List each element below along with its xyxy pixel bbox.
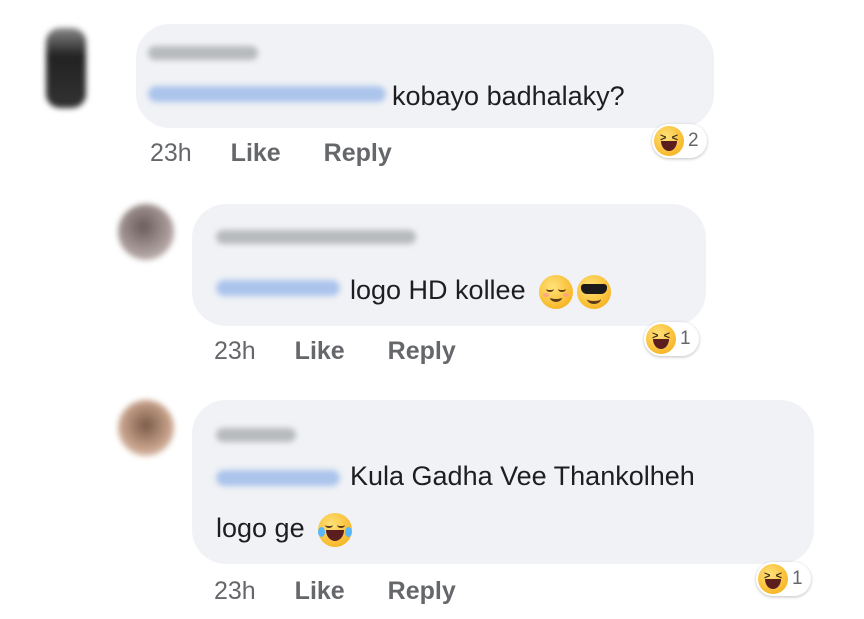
reaction-count: 2 (688, 130, 699, 151)
comment-bubble: Kula Gadha Vee Thankolheh logo ge (192, 400, 814, 564)
author-name[interactable] (148, 46, 258, 60)
avatar[interactable] (46, 28, 86, 108)
tears-of-joy-icon (318, 512, 353, 547)
laughing-squint-icon: > < (654, 126, 684, 156)
reply-button[interactable]: Reply (388, 337, 456, 365)
reaction-badge[interactable]: > < 1 (756, 562, 811, 596)
like-button[interactable]: Like (231, 139, 281, 167)
mention-tag[interactable] (216, 470, 340, 486)
comment-meta: 23h Like Reply (150, 138, 428, 168)
comment-meta: 23h Like Reply (214, 576, 492, 606)
reply-button[interactable]: Reply (388, 577, 456, 605)
like-button[interactable]: Like (295, 577, 345, 605)
comment-text-content: logo ge (216, 513, 305, 543)
author-name[interactable] (216, 428, 296, 442)
comment-text-content: logo HD kollee (350, 275, 526, 305)
comment-bubble: logo HD kollee (192, 204, 706, 326)
avatar[interactable] (118, 204, 174, 260)
reaction-count: 1 (680, 328, 691, 349)
avatar[interactable] (118, 400, 174, 456)
timestamp[interactable]: 23h (150, 139, 192, 167)
sunglasses-face-icon (577, 274, 612, 309)
laughing-squint-icon: > < (646, 324, 676, 354)
timestamp[interactable]: 23h (214, 577, 256, 605)
comment-meta: 23h Like Reply (214, 336, 492, 366)
reaction-count: 1 (792, 568, 803, 589)
laughing-squint-icon: > < (758, 564, 788, 594)
comment-text-line: Kula Gadha Vee Thankolheh (350, 461, 695, 491)
reaction-badge[interactable]: > < 2 (652, 124, 707, 158)
comment-text-line: logo ge (216, 512, 353, 547)
comment-bubble: kobayo badhalaky? (136, 24, 714, 128)
reply-button[interactable]: Reply (324, 139, 392, 167)
reaction-badge[interactable]: > < 1 (644, 322, 699, 356)
relieved-face-icon (539, 274, 574, 309)
comment-text: kobayo badhalaky? (392, 81, 625, 111)
mention-tag[interactable] (216, 280, 340, 296)
comment-text: logo HD kollee (350, 274, 612, 309)
like-button[interactable]: Like (295, 337, 345, 365)
timestamp[interactable]: 23h (214, 337, 256, 365)
author-name[interactable] (216, 230, 416, 244)
mention-tag[interactable] (148, 86, 386, 102)
